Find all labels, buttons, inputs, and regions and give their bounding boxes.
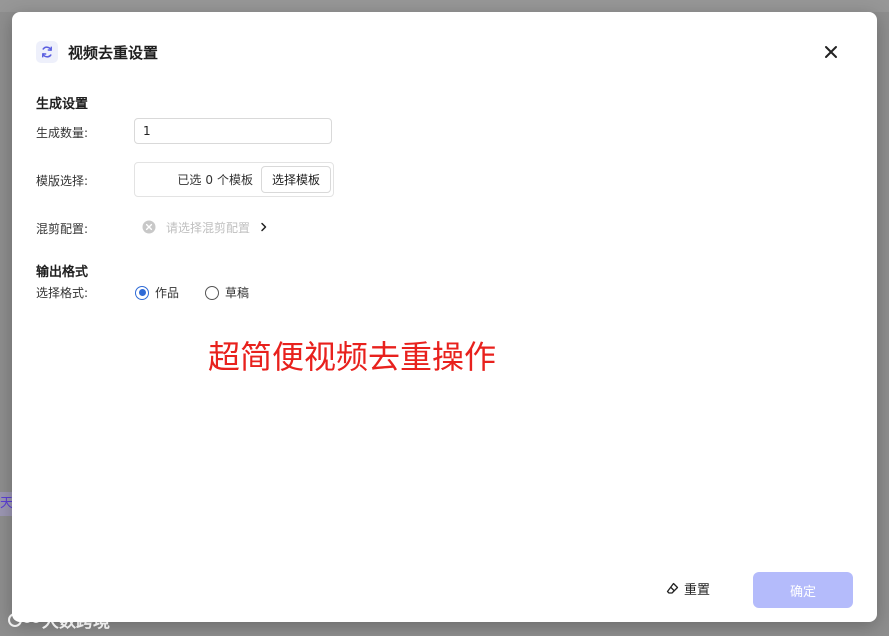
reset-button[interactable]: 重置 xyxy=(666,579,710,598)
close-icon xyxy=(825,46,837,58)
watermark-logo-icon xyxy=(8,612,41,627)
reset-label: 重置 xyxy=(684,583,711,598)
close-button[interactable] xyxy=(821,42,841,62)
mix-config-placeholder: 请选择混剪配置 xyxy=(166,220,251,235)
refresh-icon xyxy=(36,41,58,63)
template-selected-prefix: 已选 xyxy=(177,173,202,187)
dialog-header: 视频去重设置 xyxy=(36,40,158,64)
chevron-right-icon xyxy=(261,222,267,232)
quantity-label: 生成数量: xyxy=(36,126,89,140)
output-format-title: 输出格式 xyxy=(36,265,89,280)
mix-config-selector[interactable]: 请选择混剪配置 xyxy=(142,219,268,235)
watermark: 大数跨境 xyxy=(8,607,110,632)
template-selected-status: 已选 0 个模板 xyxy=(177,171,253,188)
dedupe-settings-dialog: 视频去重设置 生成设置 生成数量: 模版选择: 已选0个模板 选择模板 混剪配置… xyxy=(12,12,877,622)
radio-checked-icon xyxy=(135,285,149,300)
quantity-input[interactable] xyxy=(134,118,332,144)
radio-label-work: 作品 xyxy=(155,286,180,300)
template-selected-count: 0 xyxy=(205,173,213,187)
backdrop-strip xyxy=(0,0,889,12)
radio-option-draft[interactable]: 草稿 xyxy=(205,284,249,301)
select-template-button[interactable]: 选择模板 xyxy=(260,166,331,193)
confirm-button[interactable]: 确定 xyxy=(753,572,853,608)
dialog-title: 视频去重设置 xyxy=(68,43,159,62)
template-selector: 已选 0 个模板 选择模板 xyxy=(134,162,334,197)
mix-config-label: 混剪配置: xyxy=(36,222,89,236)
radio-unchecked-icon xyxy=(205,285,220,300)
clear-circle-icon[interactable] xyxy=(142,220,156,234)
radio-label-draft: 草稿 xyxy=(225,286,250,300)
format-radio-group: 作品 草稿 xyxy=(135,284,275,301)
backdrop-fragment: 天 xyxy=(0,492,12,516)
eraser-icon xyxy=(666,582,679,594)
template-selected-suffix: 个模板 xyxy=(216,173,253,187)
format-label: 选择格式: xyxy=(36,286,89,300)
watermark-text: 大数跨境 xyxy=(42,612,110,632)
template-label: 模版选择: xyxy=(36,174,89,188)
generate-settings-title: 生成设置 xyxy=(36,97,89,112)
radio-option-work[interactable]: 作品 xyxy=(135,284,179,301)
overlay-caption: 超简便视频去重操作 xyxy=(208,338,497,376)
